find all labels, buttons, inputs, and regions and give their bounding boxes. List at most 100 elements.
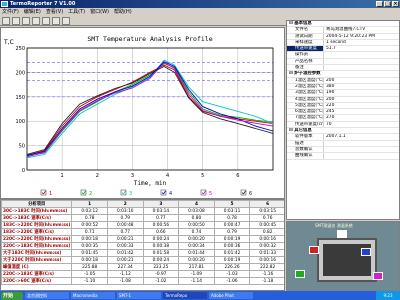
table-header-cell[interactable]: 分析项目 [1, 200, 73, 208]
table-cell: 0:00:50 [178, 221, 215, 229]
table-row[interactable]: 220C->60C 速率(C/s) -1.10 -1.08 -1.02 -1.14 -1.… [1, 277, 284, 285]
table-row[interactable]: 220C->183C 时间(hh:mm:ss) 0:00:35 0:00:33 0:0… [1, 242, 284, 250]
print-icon[interactable] [32, 16, 40, 25]
open-icon[interactable] [12, 16, 20, 25]
props-section-title: ⊟ 基本信息 [289, 21, 312, 26]
props-value[interactable]: 270 [323, 115, 399, 121]
menu-tools[interactable]: 工具(T) [68, 8, 85, 16]
legend-checkbox [40, 189, 47, 196]
table-row[interactable]: 30C->183C 时间(hh:mm:ss) 0:03:12 0:03:10 0:03… [1, 207, 284, 215]
table-cell: 0:00:19 [213, 235, 251, 243]
table-row[interactable]: 30C->183C 速率(C/s) 0.78 0.79 0.77 0.80 0.78 0.7… [1, 214, 284, 222]
table-cell: 0:00:38 [142, 242, 180, 250]
plot-frame [26, 47, 274, 171]
table-row-label: 220C->220C 时间(hh:mm:ss) [1, 235, 73, 243]
maximize-icon[interactable]: □ [384, 1, 391, 7]
props-key: 曲线确认 [295, 153, 313, 159]
table-row[interactable]: 183C->220C 时间(hh:mm:ss) 0:00:52 0:00:48 0:0… [1, 221, 284, 229]
props-value[interactable]: 220 [323, 102, 399, 109]
table-header-cell[interactable]: 4 [178, 200, 215, 208]
props-key: 文件名 [295, 27, 309, 33]
table-cell: 0.79 [213, 228, 251, 236]
close-icon[interactable]: × [392, 1, 399, 7]
y-tick-label: 50 [19, 144, 25, 150]
table-cell: 0:01:33 [249, 249, 284, 257]
props-key: 备注 [295, 65, 304, 71]
table-cell: 0:00:21 [106, 235, 144, 243]
table-header-cell[interactable]: 3 [142, 200, 180, 208]
props-value[interactable] [323, 58, 399, 65]
props-value[interactable]: 190 [323, 90, 399, 96]
table-row-label: 大于220C 时间(hh:mm:ss) [1, 256, 73, 264]
menu-help[interactable]: 帮助(H) [114, 8, 132, 16]
taskbar-item[interactable]: Adobe Phot [209, 292, 253, 299]
taskbar-item[interactable]: Macromedia [71, 292, 115, 299]
props-value[interactable] [323, 146, 399, 153]
props-value[interactable] [323, 140, 399, 146]
props-value[interactable]: 51.7 [323, 46, 399, 52]
table-cell: 0:00:21 [106, 256, 144, 264]
table-header-cell[interactable]: 1 [71, 200, 108, 208]
props-value[interactable]: 200 [323, 96, 399, 102]
table-cell: 0:00:32 [249, 242, 284, 250]
taskbar-item[interactable]: TermoRepo [163, 292, 207, 299]
props-value[interactable] [323, 65, 399, 71]
taskbar-item[interactable]: 北京测控科 [25, 292, 69, 299]
y-tick-label: 0 [22, 168, 25, 174]
chart-title: SMT Temperature Analysis Profile [87, 35, 212, 43]
menu-window[interactable]: 窗口(W) [90, 8, 109, 16]
window-title: TermoReporter 7 V1.00 [10, 1, 76, 7]
sensor-icon [309, 246, 319, 254]
menu-view[interactable]: 查看(V) [46, 8, 63, 16]
table-cell: 0:03:11 [213, 207, 251, 215]
zoom-icon[interactable] [42, 16, 50, 25]
props-key: 测试日期 [295, 33, 313, 39]
window-controls: _ □ × [376, 1, 399, 7]
table-row[interactable]: 183C->220C 速率(C/s) 0.71 0.77 0.66 0.74 0.79 0.… [1, 228, 284, 236]
table-row[interactable]: 大于220C 时间(hh:mm:ss) 0:00:18 0:00:21 0:00:24… [1, 256, 284, 264]
props-value[interactable]: 1 second [323, 39, 399, 46]
table-header-cell[interactable]: 5 [213, 200, 251, 208]
table-cell: -1.08 [106, 277, 144, 285]
help-icon[interactable] [62, 16, 70, 25]
table-cell: 0.66 [142, 228, 180, 236]
props-key: 6温区温度(℃) [295, 109, 323, 115]
table-row[interactable]: 峰值温度 (C) 225.88 227.34 223.25 217.81 226.26 22… [1, 263, 284, 271]
props-value[interactable]: 2004-5-12 9:20:23 PM [323, 33, 399, 39]
props-value[interactable]: 245 [323, 109, 399, 115]
table-row[interactable]: 220C->183C 速率(C/s) -1.05 -1.12 -0.97 -1.09 -1… [1, 270, 284, 278]
props-row[interactable]: 曲线确认 [287, 153, 399, 160]
table-cell: 0:01:58 [142, 249, 180, 257]
sensor-icon [295, 270, 305, 278]
legend-checkbox [80, 189, 87, 196]
props-value[interactable]: 200 [323, 77, 399, 83]
minimize-icon[interactable]: _ [376, 1, 383, 7]
x-tick-label: 3 [131, 173, 134, 179]
save-icon[interactable] [22, 16, 30, 25]
table-cell: 0:00:33 [106, 242, 144, 250]
taskbar-item[interactable]: SMT-1 [117, 292, 161, 299]
props-value[interactable]: 青岛测温曲线7.CTV [323, 27, 399, 33]
graph-icon[interactable] [52, 16, 60, 25]
table-header-cell[interactable]: 6 [249, 200, 284, 208]
taskbar: 开始 北京测控科 Macromedia SMT-1 TermoRepo Adob… [0, 291, 400, 300]
props-value[interactable]: 70 [323, 121, 399, 128]
start-button[interactable]: 开始 [1, 291, 23, 300]
props-key: 传送带速度 [287, 46, 323, 52]
props-key: 2温区温度(℃) [295, 83, 323, 89]
props-value[interactable] [323, 52, 399, 58]
props-key: 3温区温度(℃) [295, 90, 323, 96]
table-row[interactable]: 220C->220C 时间(hh:mm:ss) 0:00:18 0:00:21 0:0… [1, 235, 284, 243]
table-header-cell[interactable]: 2 [106, 200, 144, 208]
table-row[interactable]: 大于183C 时间(hh:mm:ss) 0:01:45 0:01:42 0:01:58… [1, 249, 284, 257]
props-value[interactable]: 380 [323, 83, 399, 90]
table-cell: 0.78 [213, 214, 251, 222]
table-cell: 0:01:42 [213, 249, 251, 257]
menu-file[interactable]: 文件(F) [2, 8, 19, 16]
table-cell: -1.10 [71, 277, 108, 285]
props-value[interactable] [323, 153, 399, 159]
new-icon[interactable] [2, 16, 10, 25]
menu-edit[interactable]: 编辑(E) [24, 8, 41, 16]
legend-checkbox [240, 189, 247, 196]
props-value[interactable]: 2007.1.1 [323, 134, 399, 140]
